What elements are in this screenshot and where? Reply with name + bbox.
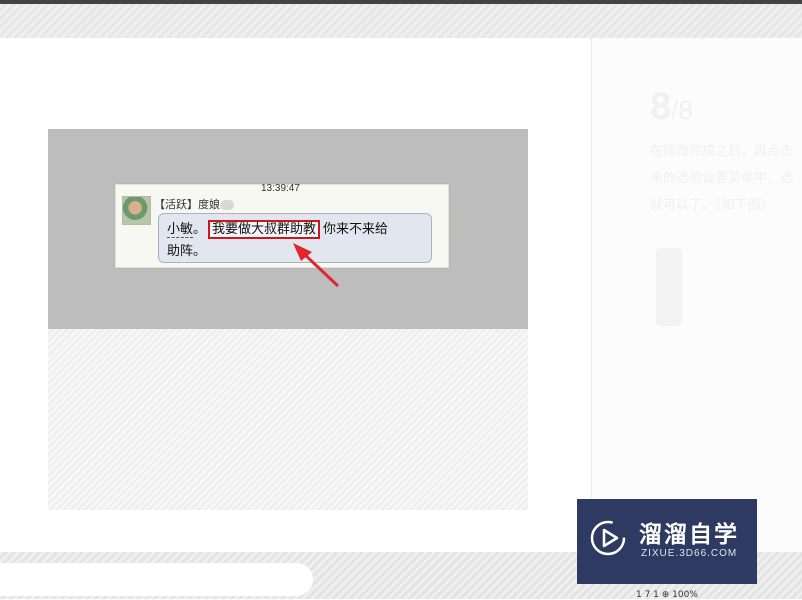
step-description: 在修改完成之后，再点击来的选项设置菜单中，选就可以了。（如下图） [650,144,794,213]
mention-name: 小敏 [167,222,194,238]
highlighted-phrase: 我要做大叔群助教 [208,220,321,239]
faded-illustration [656,248,682,326]
step-panel: 8/8 在修改完成之后，再点击来的选项设置菜单中，选就可以了。（如下图） [591,38,802,552]
watermark-subtitle: ZIXUE.3D66.COM [641,548,738,559]
image-placeholder [48,329,528,510]
step-current: 8 [650,86,672,128]
blurred-name [220,200,234,210]
sender-label: 【活跃】度娘 [154,198,220,211]
play-logo-icon [590,520,626,556]
comment-input[interactable] [0,563,313,596]
message-continuation: 你来不来给 [323,222,389,237]
sender-name: 【活跃】度娘 [154,196,234,212]
message-line-1: 小敏。 我要做大叔群助教 你来不来给 [167,218,389,239]
toolbar-strip [0,4,802,39]
mention-separator: 。 [193,222,207,237]
step-counter: 8/8 [650,86,693,129]
message-bubble: 小敏。 我要做大叔群助教 你来不来给 助阵。 [158,213,432,263]
message-line-2: 助阵。 [167,244,207,259]
avatar [122,196,151,225]
step-total: 8 [678,95,693,125]
chat-message-card: 13:39:47 【活跃】度娘 小敏。 我要做大叔群助教 你来不来给 助阵。 [115,183,449,268]
watermark-title: 溜溜自学 [639,522,739,548]
watermark-logo: 溜溜自学 ZIXUE.3D66.COM [577,499,757,584]
message-time: 13:39:47 [261,183,300,194]
